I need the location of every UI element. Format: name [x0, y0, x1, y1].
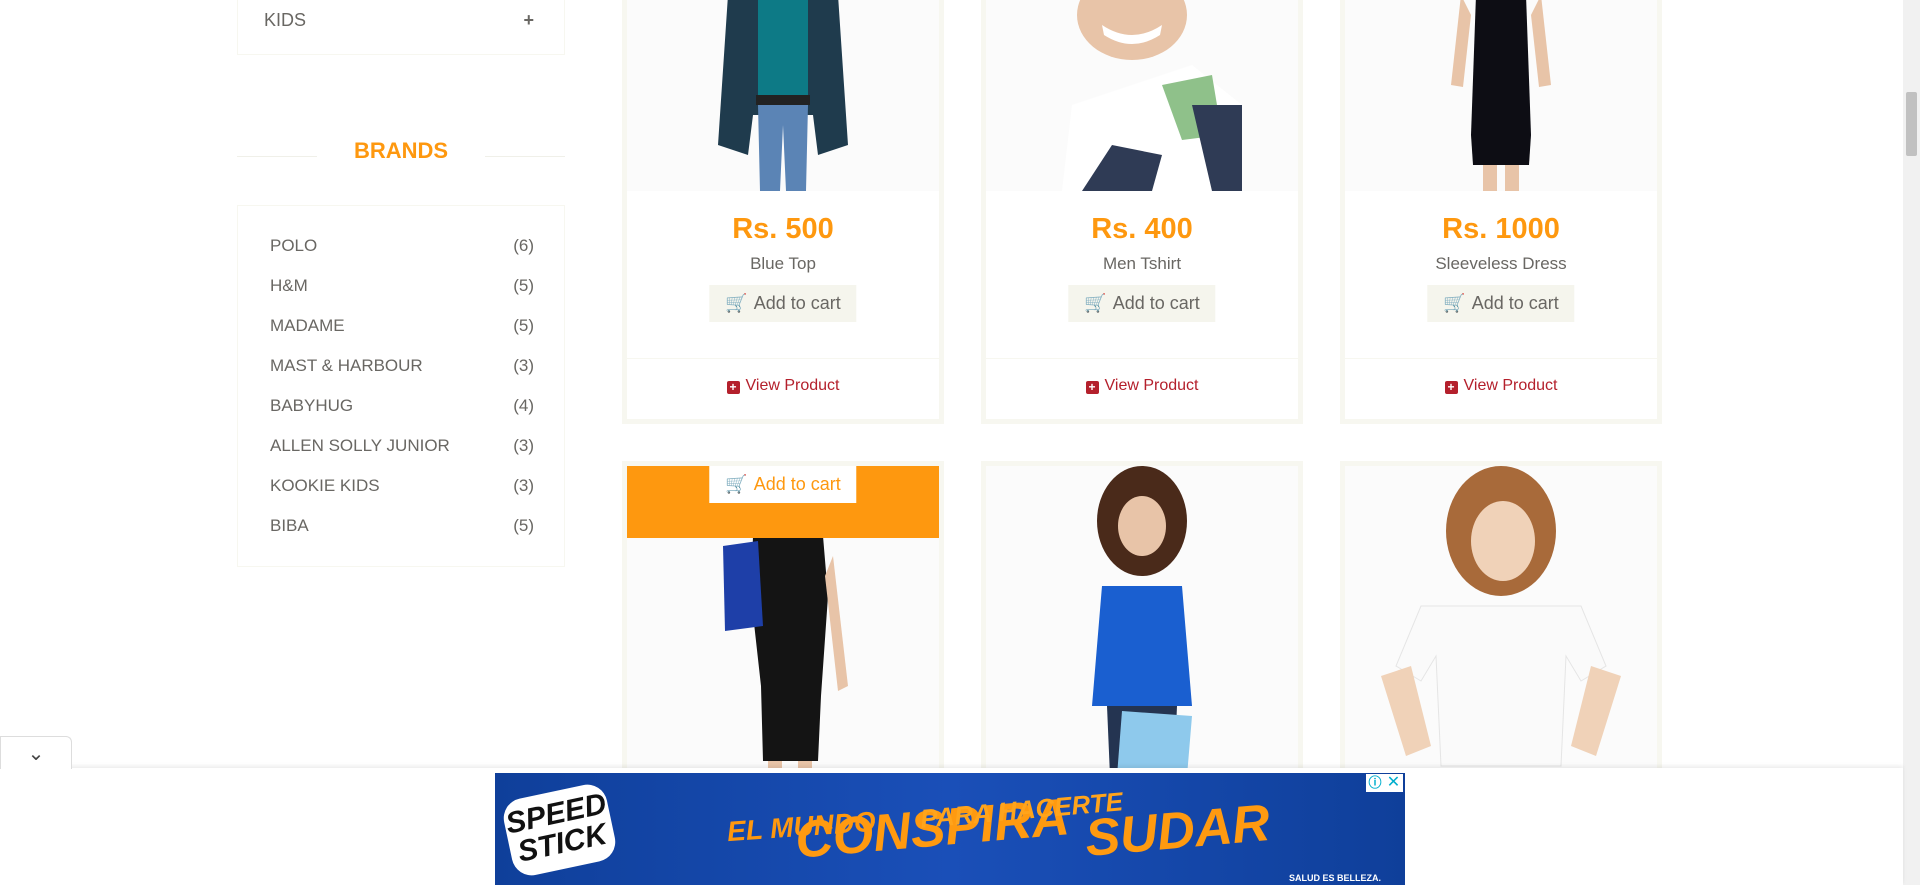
- add-to-cart-label: Add to cart: [1112, 293, 1200, 313]
- ad-logo: SPEED STICK: [500, 780, 619, 880]
- brand-item-polo[interactable]: POLO (6): [238, 231, 564, 271]
- brand-name: BIBA: [270, 516, 309, 535]
- ad-tagline: SALUD ES BELLEZA.: [1288, 873, 1381, 883]
- brand-name: POLO: [270, 236, 318, 255]
- brand-name: H&M: [270, 276, 308, 295]
- product-image: [627, 0, 939, 191]
- cart-icon: 🛒: [725, 474, 748, 494]
- product-image-white-tshirt: [1381, 466, 1621, 767]
- view-product-link[interactable]: + View Product: [1345, 377, 1657, 395]
- category-item-kids[interactable]: KIDS +: [264, 10, 534, 31]
- ad-info-icon[interactable]: ⓘ: [1366, 774, 1384, 792]
- brand-count: (3): [513, 476, 534, 495]
- brand-item-kookie-kids[interactable]: KOOKIE KIDS (3): [238, 471, 564, 511]
- product-card: Rs. 500 Blue Top 🛒 Add to cart + View Prod…: [622, 0, 944, 424]
- brand-item-mast-harbour[interactable]: MAST & HARBOUR (3): [238, 351, 564, 391]
- product-image: [986, 0, 1298, 191]
- cart-icon: 🛒: [725, 293, 748, 313]
- product-price: Rs. 500: [732, 213, 834, 245]
- divider: [485, 156, 565, 157]
- brand-item-madame[interactable]: MADAME (5): [238, 311, 564, 351]
- plus-square-icon: +: [1444, 381, 1458, 394]
- product-image-men-tshirt: [1062, 0, 1242, 191]
- product-card: 🛒 Add to cart: [622, 461, 944, 781]
- brand-count: (3): [513, 356, 534, 375]
- brand-name: BABYHUG: [270, 396, 354, 415]
- cart-icon: 🛒: [1084, 293, 1107, 313]
- cart-icon: 🛒: [1443, 293, 1466, 313]
- add-to-cart-button[interactable]: 🛒 Add to cart: [1068, 285, 1216, 322]
- brand-item-hm[interactable]: H&M (5): [238, 271, 564, 311]
- brands-heading: BRANDS: [237, 138, 565, 168]
- brand-count: (3): [513, 436, 534, 455]
- category-panel: KIDS +: [237, 0, 565, 55]
- product-image: [986, 466, 1298, 776]
- page-scrollbar[interactable]: [1903, 0, 1920, 885]
- brand-count: (4): [513, 396, 534, 415]
- brand-count: (5): [513, 276, 534, 295]
- scrollbar-thumb[interactable]: [1906, 92, 1917, 156]
- add-to-cart-button[interactable]: 🛒 Add to cart: [709, 285, 857, 322]
- ad-collapse-button[interactable]: ⌄: [0, 736, 72, 769]
- brand-count: (5): [513, 316, 534, 335]
- brands-title: BRANDS: [353, 138, 449, 163]
- brand-name: KOOKIE KIDS: [270, 476, 380, 495]
- expand-plus-icon[interactable]: +: [523, 10, 534, 31]
- product-name: Sleeveless Dress: [1435, 254, 1567, 273]
- product-name: Men Tshirt: [1102, 254, 1182, 273]
- add-to-cart-button[interactable]: 🛒 Add to cart: [709, 466, 857, 503]
- brand-name: MADAME: [270, 316, 345, 335]
- brand-count: (6): [513, 236, 534, 255]
- product-name: Blue Top: [750, 254, 816, 273]
- ad-close-icon[interactable]: ✕: [1384, 774, 1403, 792]
- product-card: [1340, 461, 1662, 781]
- product-card: [981, 461, 1303, 781]
- brand-item-allen-solly-junior[interactable]: ALLEN SOLLY JUNIOR (3): [238, 431, 564, 471]
- brand-name: MAST & HARBOUR: [270, 356, 423, 375]
- divider: [627, 358, 939, 359]
- product-card: Rs. 400 Men Tshirt 🛒 Add to cart + View Pr…: [981, 0, 1303, 424]
- add-to-cart-label: Add to cart: [753, 293, 841, 313]
- view-product-label: View Product: [1104, 377, 1199, 394]
- brand-item-biba[interactable]: BIBA (5): [238, 511, 564, 551]
- product-card: Rs. 1000 Sleeveless Dress 🛒 Add to cart +…: [1340, 0, 1662, 424]
- chevron-down-icon: ⌄: [27, 742, 45, 765]
- product-price: Rs. 1000: [1442, 213, 1560, 245]
- divider: [986, 358, 1298, 359]
- hover-overlay: 🛒 Add to cart: [627, 466, 939, 538]
- brand-item-babyhug[interactable]: BABYHUG (4): [238, 391, 564, 431]
- product-price: Rs. 400: [1091, 213, 1193, 245]
- brand-count: (5): [513, 516, 534, 535]
- add-to-cart-label: Add to cart: [753, 474, 841, 494]
- ad-banner[interactable]: SPEED STICK EL MUNDO CONSPIRA PARA HACER…: [495, 773, 1405, 885]
- brand-name: ALLEN SOLLY JUNIOR: [270, 436, 450, 455]
- product-image-sleeveless-dress: [1451, 0, 1551, 191]
- divider: [1345, 358, 1657, 359]
- add-to-cart-label: Add to cart: [1471, 293, 1559, 313]
- product-image: [1345, 0, 1657, 191]
- product-image-black-dress: [723, 536, 848, 776]
- product-image-blue-top: [718, 0, 848, 191]
- product-image: [1345, 466, 1657, 776]
- product-image-blue-top-woman: [1092, 466, 1192, 776]
- divider: [237, 156, 317, 157]
- category-label: KIDS: [264, 10, 307, 30]
- view-product-label: View Product: [1463, 377, 1558, 394]
- plus-square-icon: +: [1085, 381, 1099, 394]
- view-product-label: View Product: [745, 377, 840, 394]
- plus-square-icon: +: [726, 381, 740, 394]
- add-to-cart-button[interactable]: 🛒 Add to cart: [1427, 285, 1575, 322]
- brands-list: POLO (6) H&M (5) MADAME (5) MAST & HARBO…: [237, 205, 565, 567]
- view-product-link[interactable]: + View Product: [627, 377, 939, 395]
- view-product-link[interactable]: + View Product: [986, 377, 1298, 395]
